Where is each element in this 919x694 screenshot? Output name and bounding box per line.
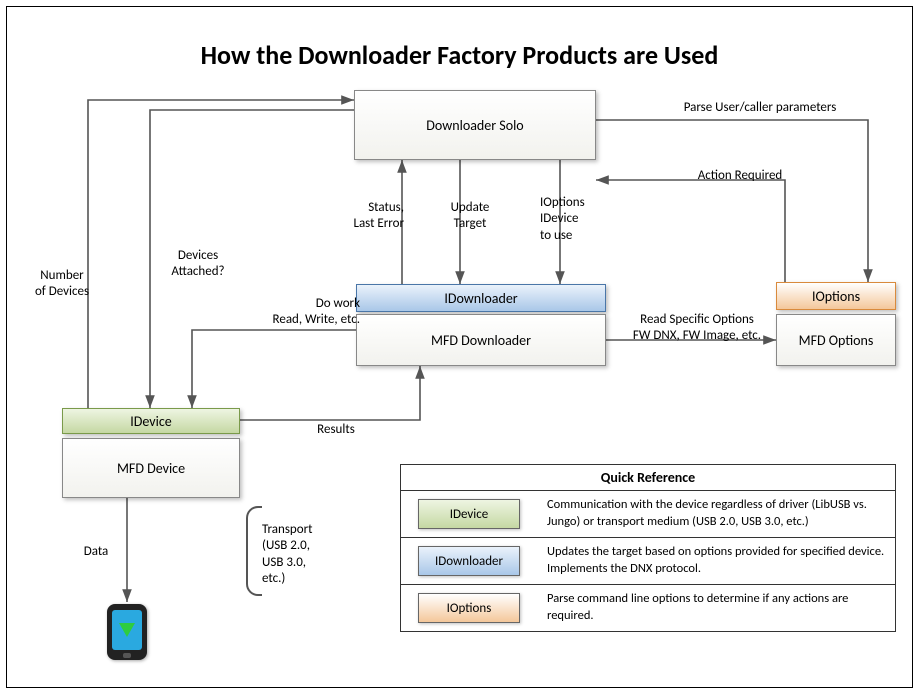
node-mfd-downloader: MFD Downloader: [356, 314, 606, 366]
legend-panel: Quick Reference IDevice Communication wit…: [400, 464, 896, 632]
label-parse-params: Parse User/caller parameters: [640, 100, 880, 116]
label-ioptions-idevice: IOptions IDevice to use: [540, 195, 620, 244]
legend-title: Quick Reference: [401, 465, 895, 491]
legend-row: IDevice Communication with the device reg…: [401, 491, 895, 538]
brace-transport: [246, 506, 262, 596]
node-idownloader: IDownloader: [356, 284, 606, 312]
diagram-title: How the Downloader Factory Products are …: [0, 39, 919, 71]
node-mfd-options: MFD Options: [776, 314, 896, 366]
node-ioptions: IOptions: [776, 282, 896, 310]
legend-text: Communication with the device regardless…: [537, 491, 895, 537]
node-idevice: IDevice: [62, 408, 240, 434]
label-do-work: Do work Read, Write, etc.: [230, 296, 360, 329]
legend-text: Parse command line options to determine …: [537, 585, 895, 631]
label-num-devices: Number of Devices: [22, 268, 102, 301]
label-update-target: Update Target: [438, 200, 502, 233]
node-downloader-solo: Downloader Solo: [354, 90, 596, 160]
label-read-options: Read Specific Options FW DNX, FW Image, …: [612, 312, 782, 345]
label-status-lasterr: Status, Last Error: [320, 200, 404, 233]
legend-row: IOptions Parse command line options to de…: [401, 585, 895, 631]
label-results: Results: [296, 422, 376, 438]
node-mfd-device: MFD Device: [62, 438, 240, 498]
label-data: Data: [74, 544, 118, 560]
label-devices-attached: Devices Attached?: [158, 248, 238, 281]
device-phone-icon: [107, 604, 147, 660]
label-transport: Transport (USB 2.0, USB 3.0, etc.): [262, 522, 362, 587]
legend-chip: IOptions: [418, 593, 520, 623]
label-action-required: Action Required: [670, 168, 810, 184]
legend-row: IDownloader Updates the target based on o…: [401, 538, 895, 585]
legend-chip: IDevice: [418, 499, 520, 529]
legend-text: Updates the target based on options prov…: [537, 538, 895, 584]
legend-rows: IDevice Communication with the device reg…: [401, 491, 895, 631]
download-arrow-icon: [119, 623, 135, 637]
legend-chip: IDownloader: [418, 546, 520, 576]
